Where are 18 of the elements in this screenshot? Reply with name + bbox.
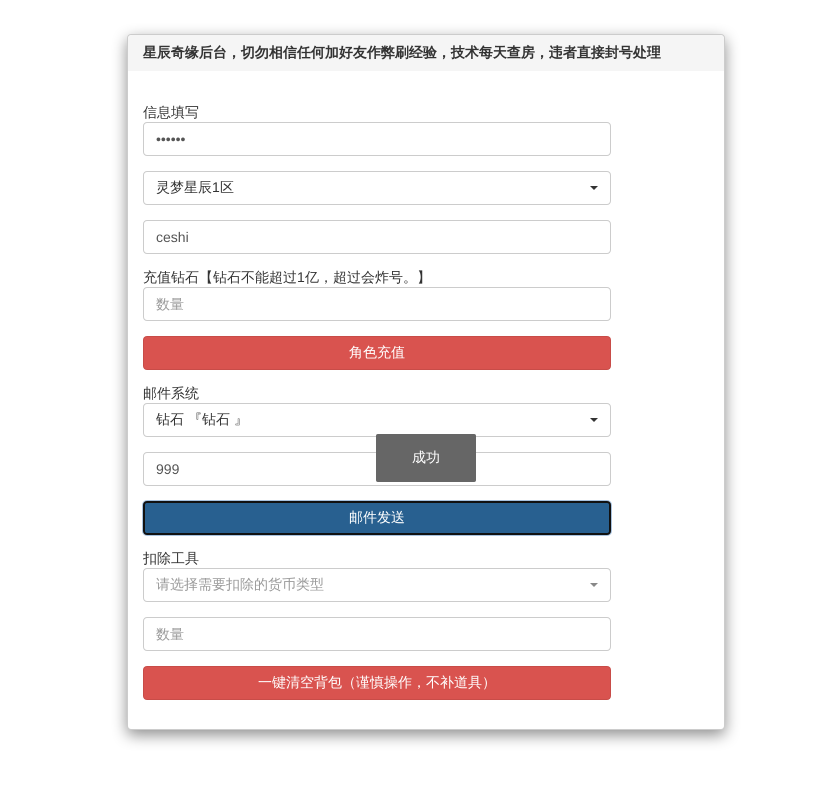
field-label: 扣除工具 <box>143 550 200 567</box>
select-field[interactable]: 钻石 『钻石 』 <box>143 403 611 437</box>
field-label: 信息填写 <box>143 104 200 121</box>
input-field[interactable]: 数量 <box>143 617 611 651</box>
input-field[interactable]: •••••• <box>143 122 611 156</box>
select-field[interactable]: 灵梦星辰1区 <box>143 171 611 205</box>
action-button[interactable]: 邮件发送 <box>143 501 611 535</box>
field-label: 充值钻石【钻石不能超过1亿，超过会炸号。】 <box>143 269 432 286</box>
field-label: 邮件系统 <box>143 385 200 402</box>
caret-icon <box>590 583 598 587</box>
heading-text: 星辰奇缘后台，切勿相信任何加好友作弊刷经验，技术每天查房，违者直接封号处理 <box>143 44 661 60</box>
action-button[interactable]: 角色充值 <box>143 336 611 370</box>
toast-message: 成功 <box>376 434 476 482</box>
input-field[interactable]: 数量 <box>143 287 611 321</box>
caret-icon <box>590 418 598 422</box>
action-button[interactable]: 一键清空背包（谨慎操作，不补道具） <box>143 666 611 700</box>
caret-icon <box>590 186 598 190</box>
input-field[interactable]: ceshi <box>143 220 611 254</box>
